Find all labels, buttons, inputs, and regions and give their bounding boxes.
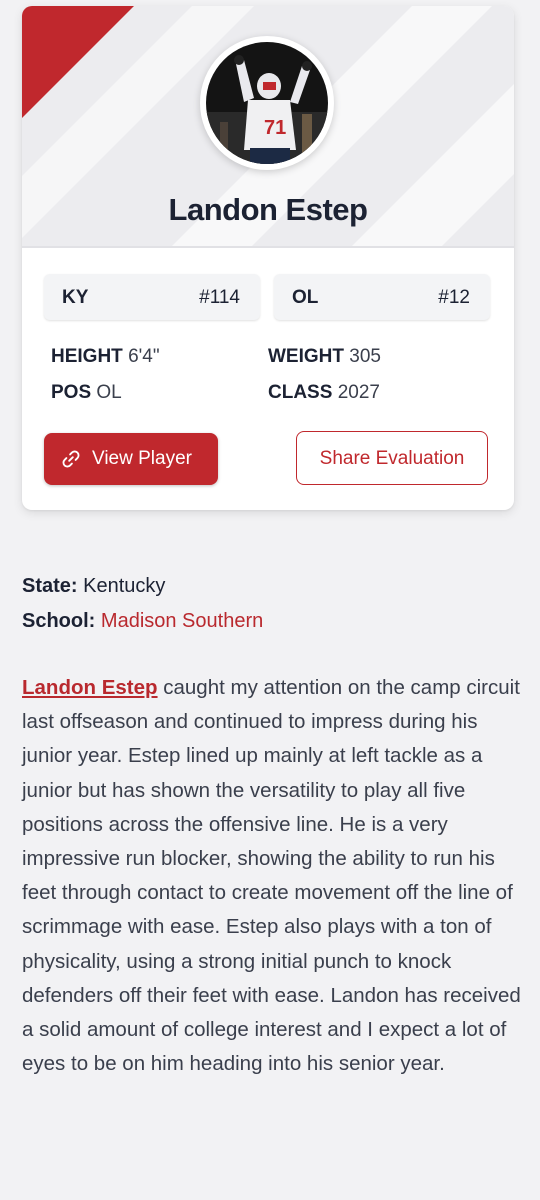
pos-label: POS — [51, 382, 92, 403]
share-evaluation-button[interactable]: Share Evaluation — [296, 431, 488, 485]
class-label: CLASS — [268, 382, 333, 403]
school-link[interactable]: Madison Southern — [101, 610, 263, 632]
evaluation-text: Landon Estep caught my attention on the … — [22, 671, 522, 1081]
evaluation-body: caught my attention on the camp circuit … — [22, 676, 521, 1076]
height-attribute: HEIGHT 6'4" — [51, 346, 160, 368]
state-label: State: — [22, 575, 78, 597]
view-player-button[interactable]: View Player — [44, 433, 218, 485]
player-photo: 71 — [206, 42, 328, 164]
class-value: 2027 — [337, 382, 380, 403]
school-line: School: Madison Southern — [22, 610, 263, 633]
weight-attribute: WEIGHT 305 — [268, 346, 381, 368]
player-name: Landon Estep — [168, 192, 368, 227]
pos-value: OL — [96, 382, 122, 403]
svg-text:71: 71 — [264, 117, 286, 139]
player-avatar: 71 — [200, 36, 334, 170]
position-rank: #12 — [438, 287, 470, 308]
state-rank: #114 — [199, 287, 240, 308]
weight-label: WEIGHT — [268, 346, 344, 367]
position-rank-box: OL #12 — [274, 274, 490, 320]
height-value: 6'4" — [128, 346, 160, 367]
height-label: HEIGHT — [51, 346, 123, 367]
state-value: Kentucky — [83, 575, 166, 597]
state-abbrev: KY — [62, 287, 89, 308]
view-player-label: View Player — [92, 448, 192, 469]
state-line: State: Kentucky — [22, 575, 165, 598]
school-label: School: — [22, 610, 96, 632]
pos-attribute: POS OL — [51, 382, 122, 404]
link-icon — [62, 450, 80, 468]
state-rank-box: KY #114 — [44, 274, 260, 320]
player-name-link[interactable]: Landon Estep — [22, 676, 158, 699]
card-header: 71 Landon Estep — [22, 6, 514, 248]
class-attribute: CLASS 2027 — [268, 382, 380, 404]
weight-value: 305 — [349, 346, 381, 367]
player-card: 71 Landon Estep KY #114 OL #12 HEIGHT 6'… — [22, 6, 514, 510]
position-abbrev: OL — [292, 287, 319, 308]
